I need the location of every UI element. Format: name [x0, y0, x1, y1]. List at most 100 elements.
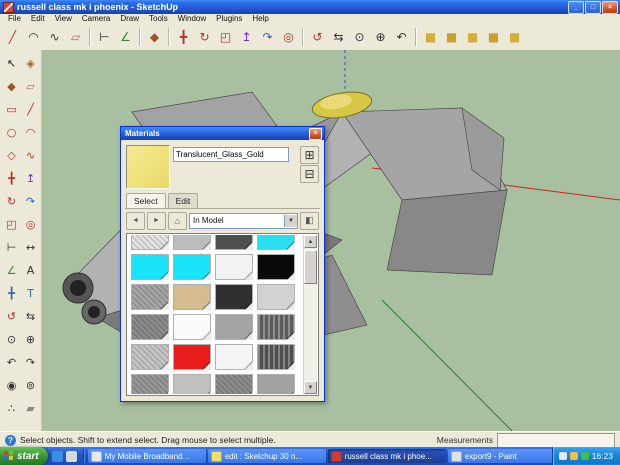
zoom-tool-button[interactable]: ⊙ — [2, 328, 21, 351]
line-tool-button[interactable]: ╱ — [21, 98, 40, 121]
dimension-tool-button[interactable]: ↔ — [21, 236, 40, 259]
polygon-tool-button[interactable]: ◇ — [2, 144, 21, 167]
help-icon[interactable]: ? — [5, 434, 16, 446]
tab-select[interactable]: Select — [126, 193, 166, 208]
menu-item-camera[interactable]: Camera — [77, 14, 115, 24]
sample-paint-button[interactable]: ◧ — [300, 211, 319, 230]
zoom-tool-button[interactable]: ⊙ — [349, 27, 370, 48]
chevron-down-icon[interactable]: ▼ — [284, 214, 297, 227]
material-swatch-15[interactable] — [215, 314, 253, 340]
right-view-button[interactable]: ■ — [483, 27, 504, 48]
walk-tool-button[interactable]: ∴ — [2, 397, 21, 420]
iso-view-button[interactable]: ■ — [420, 27, 441, 48]
secondary-pane-button[interactable]: ⊟ — [300, 165, 319, 183]
material-swatch-1[interactable] — [131, 235, 169, 250]
offset-tool-button[interactable]: ◎ — [21, 213, 40, 236]
materials-close-button[interactable]: × — [309, 127, 322, 140]
menu-item-tools[interactable]: Tools — [144, 14, 173, 24]
eraser-tool-button[interactable]: ▱ — [21, 75, 40, 98]
menu-item-file[interactable]: File — [3, 14, 26, 24]
start-button[interactable]: start — [0, 447, 48, 465]
scrollbar-thumb[interactable] — [304, 250, 317, 284]
home-button[interactable]: ⌂ — [168, 211, 187, 230]
top-view-button[interactable]: ■ — [441, 27, 462, 48]
pan-tool-button[interactable]: ⇆ — [328, 27, 349, 48]
back-view-button[interactable]: ■ — [504, 27, 525, 48]
scroll-up-button[interactable]: ▲ — [304, 235, 317, 248]
protractor-tool-button[interactable]: ∠ — [2, 259, 21, 282]
rotate-tool-button[interactable]: ↻ — [2, 190, 21, 213]
follow-me-tool-button[interactable]: ↷ — [21, 190, 40, 213]
look-around-tool-button[interactable]: ⊚ — [21, 374, 40, 397]
freehand-tool-button[interactable]: ∿ — [44, 27, 65, 48]
quick-launch-icon-2[interactable] — [65, 450, 77, 462]
circle-tool-button[interactable]: ○ — [2, 121, 21, 144]
menu-item-help[interactable]: Help — [247, 14, 273, 24]
axes-tool-button[interactable]: ╋ — [2, 282, 21, 305]
materials-scrollbar[interactable]: ▲ ▼ — [303, 235, 317, 394]
measurements-input[interactable] — [497, 432, 615, 448]
push-pull-tool-button[interactable]: ↥ — [236, 27, 257, 48]
material-swatch-20[interactable] — [257, 344, 295, 370]
window-titlebar[interactable]: russell class mk i phoenix - SketchUp _ … — [0, 0, 620, 14]
position-camera-tool-button[interactable]: ◉ — [2, 374, 21, 397]
tray-icon-2[interactable] — [569, 452, 578, 460]
paint-bucket-tool-button[interactable]: ◆ — [2, 75, 21, 98]
material-swatch-7[interactable] — [215, 254, 253, 280]
material-swatch-17[interactable] — [131, 344, 169, 370]
zoom-extents-tool-button[interactable]: ⊕ — [370, 27, 391, 48]
eraser-tool-button[interactable]: ▱ — [65, 27, 86, 48]
taskbar-task[interactable]: russell class mk i phoe... — [327, 449, 446, 463]
rectangle-tool-button[interactable]: ▭ — [2, 98, 21, 121]
tab-edit[interactable]: Edit — [167, 193, 199, 208]
menu-item-view[interactable]: View — [50, 14, 77, 24]
scale-tool-button[interactable]: ◰ — [2, 213, 21, 236]
move-tool-button[interactable]: ╋ — [2, 167, 21, 190]
select-tool-button[interactable]: ↖ — [2, 52, 21, 75]
orbit-tool-button[interactable]: ↺ — [2, 305, 21, 328]
text-tool-button[interactable]: A — [21, 259, 40, 282]
orbit-tool-button[interactable]: ↺ — [307, 27, 328, 48]
follow-me-tool-button[interactable]: ↷ — [257, 27, 278, 48]
material-swatch-21[interactable] — [131, 374, 169, 394]
pan-tool-button[interactable]: ⇆ — [21, 305, 40, 328]
taskbar-task[interactable]: edit : Sketchup 30 n... — [207, 449, 326, 463]
material-swatch-8[interactable] — [257, 254, 295, 280]
maximize-button[interactable]: □ — [585, 0, 601, 14]
tape-measure-tool-button[interactable]: ⊢ — [2, 236, 21, 259]
material-swatch-11[interactable] — [215, 284, 253, 310]
material-swatch-5[interactable] — [131, 254, 169, 280]
freehand-tool-button[interactable]: ∿ — [21, 144, 40, 167]
material-swatch-22[interactable] — [173, 374, 211, 394]
previous-view-tool-button[interactable]: ↶ — [2, 351, 21, 374]
material-swatch-4[interactable] — [257, 235, 295, 250]
zoom-extents-tool-button[interactable]: ⊕ — [21, 328, 40, 351]
protractor-tool-button[interactable]: ∠ — [115, 27, 136, 48]
line-tool-button[interactable]: ╱ — [2, 27, 23, 48]
rotate-tool-button[interactable]: ↻ — [194, 27, 215, 48]
menu-item-plugins[interactable]: Plugins — [211, 14, 247, 24]
make-component-tool-button[interactable]: ◈ — [21, 52, 40, 75]
material-swatch-24[interactable] — [257, 374, 295, 394]
material-swatch-12[interactable] — [257, 284, 295, 310]
collection-dropdown[interactable]: In Model ▼ — [189, 212, 298, 229]
3d-text-tool-button[interactable]: T — [21, 282, 40, 305]
material-swatch-19[interactable] — [215, 344, 253, 370]
material-swatch-14[interactable] — [173, 314, 211, 340]
material-name-input[interactable] — [173, 147, 289, 162]
material-swatch-2[interactable] — [173, 235, 211, 250]
minimize-button[interactable]: _ — [568, 0, 584, 14]
material-swatch-13[interactable] — [131, 314, 169, 340]
forward-button[interactable]: ► — [147, 211, 166, 230]
next-view-tool-button[interactable]: ↷ — [21, 351, 40, 374]
menu-item-window[interactable]: Window — [173, 14, 211, 24]
taskbar-task[interactable]: My Mobile Broadband... — [87, 449, 206, 463]
scroll-down-button[interactable]: ▼ — [304, 381, 317, 394]
menu-item-edit[interactable]: Edit — [26, 14, 50, 24]
quick-launch-icon-1[interactable] — [51, 450, 63, 462]
material-swatch-10[interactable] — [173, 284, 211, 310]
previous-view-tool-button[interactable]: ↶ — [391, 27, 412, 48]
taskbar-task[interactable]: export9 - Paint — [447, 449, 552, 463]
close-button[interactable]: × — [602, 0, 618, 14]
tray-icon-3[interactable] — [580, 452, 589, 460]
